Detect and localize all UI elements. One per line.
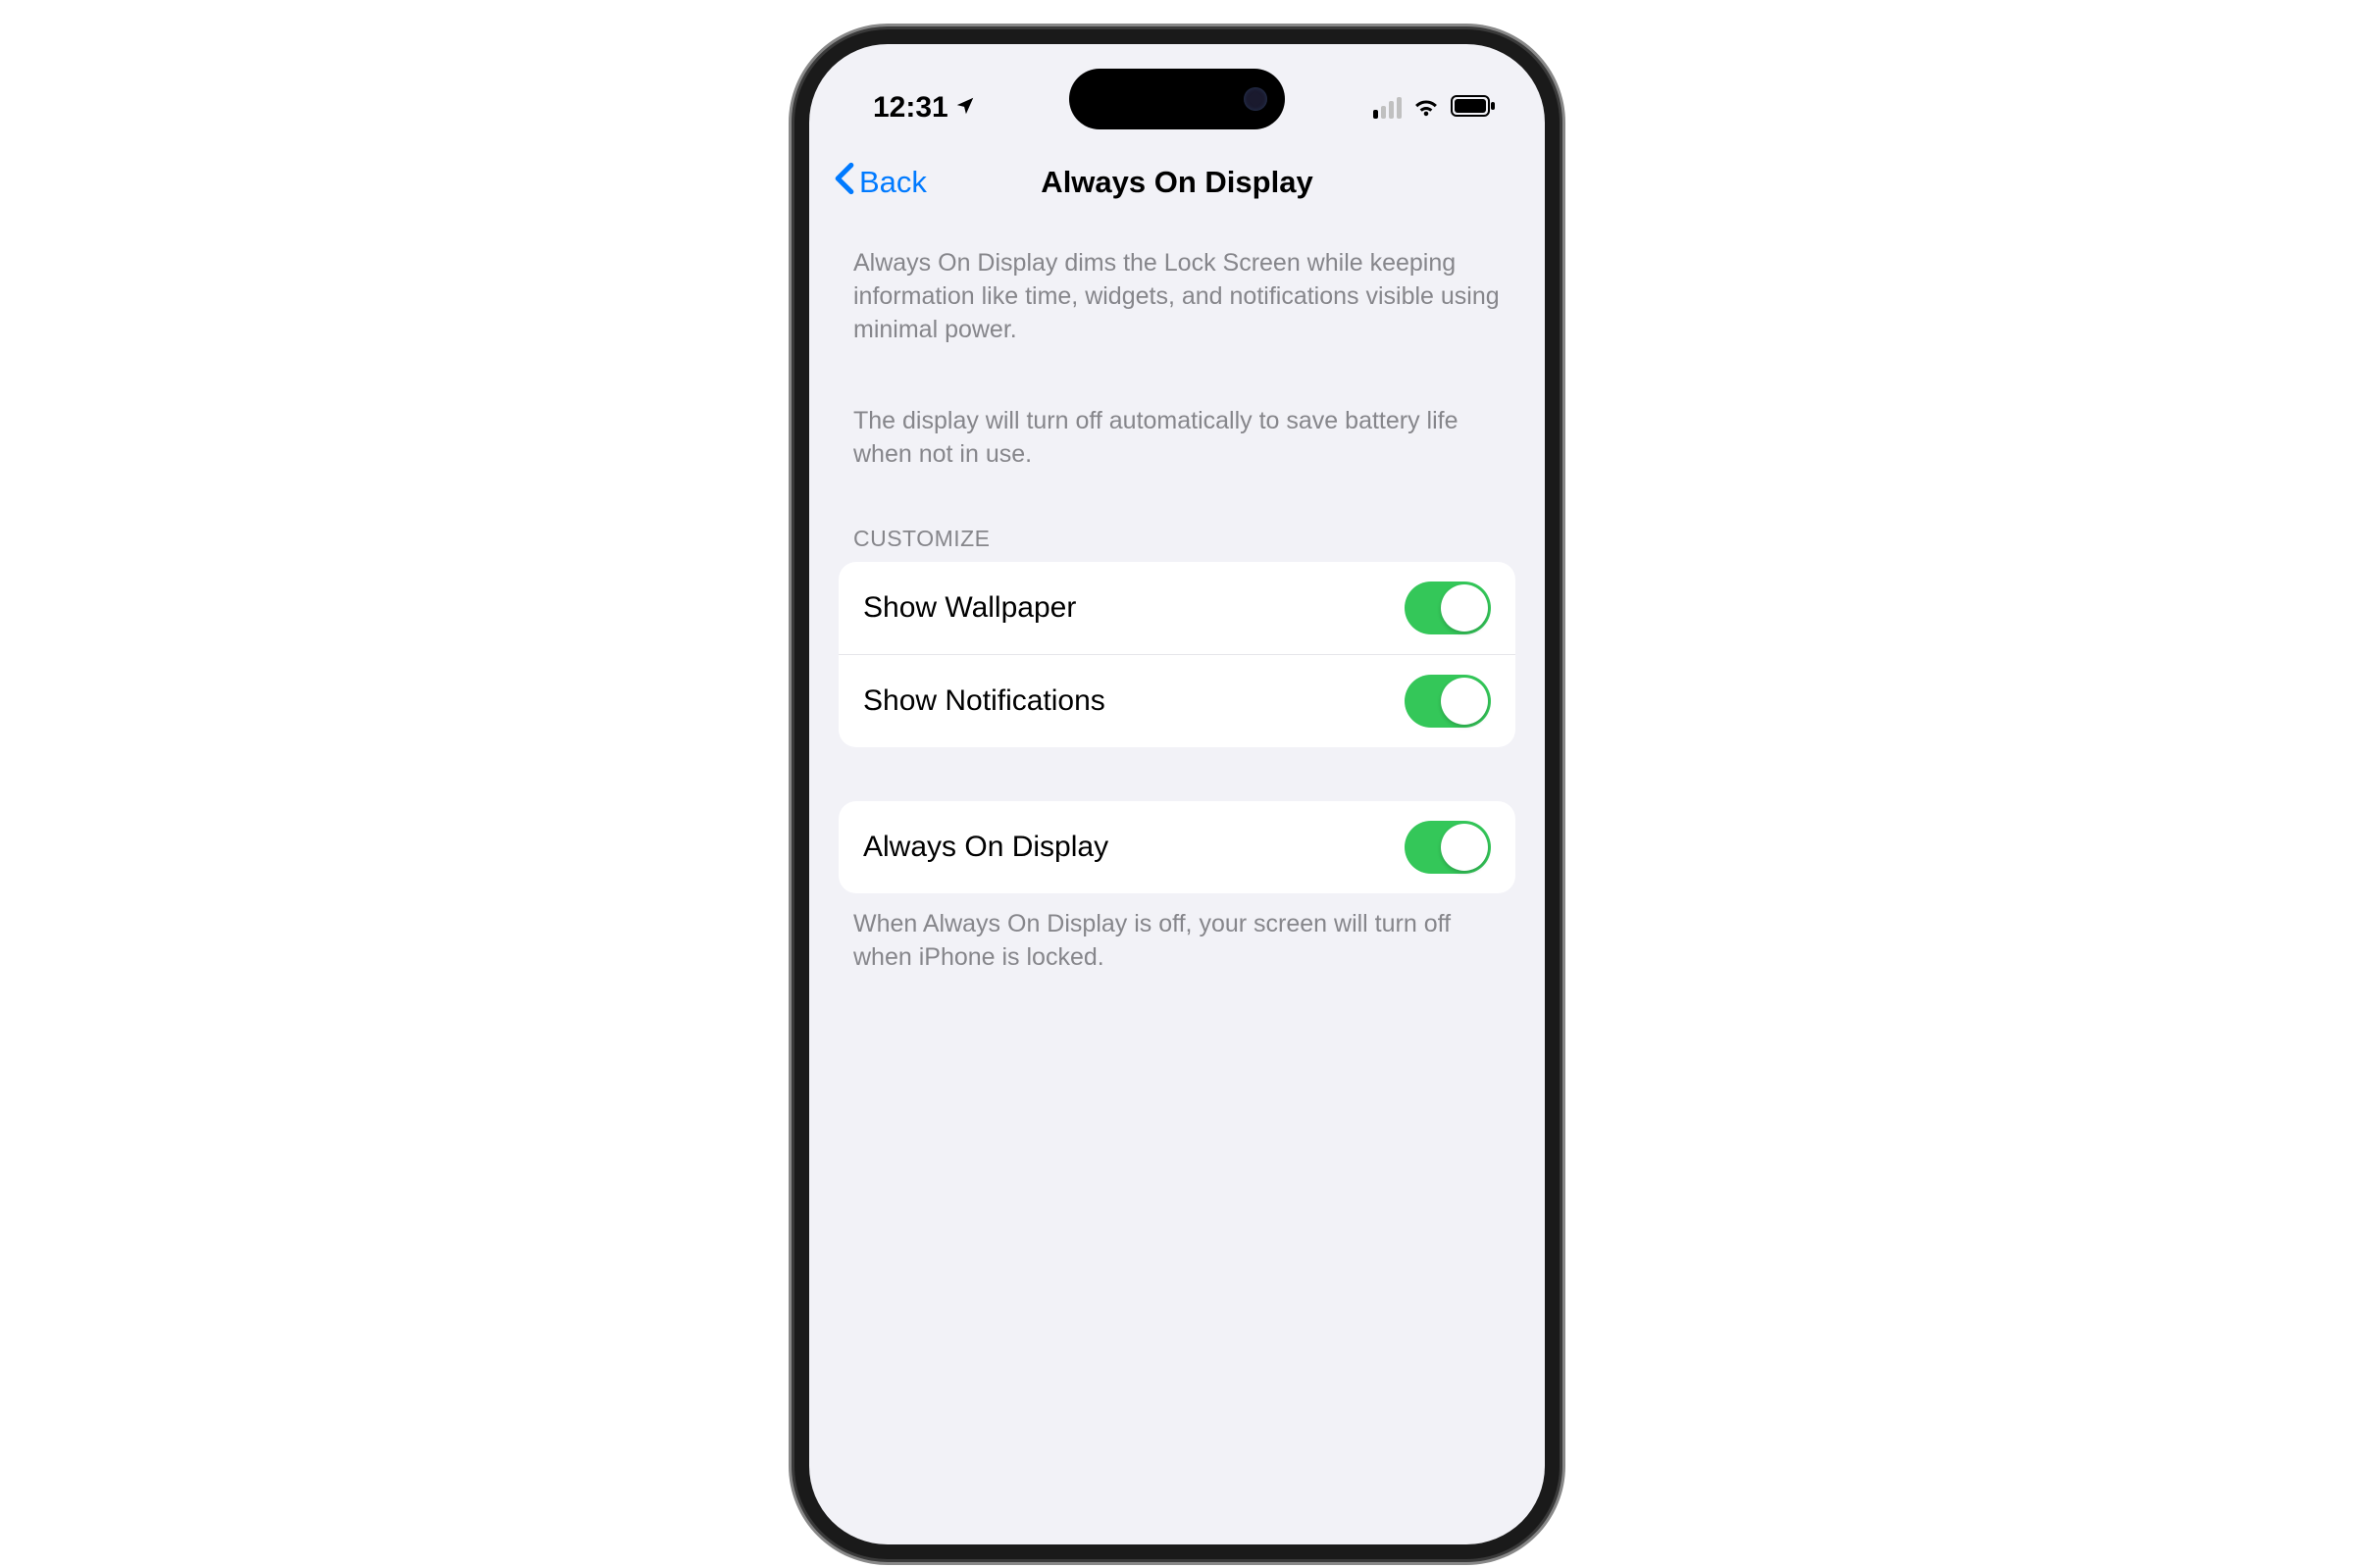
row-label: Show Notifications — [863, 684, 1105, 718]
settings-group-customize: Show Wallpaper Show Notifications — [839, 562, 1515, 747]
back-button[interactable]: Back — [834, 162, 927, 203]
footer-text: When Always On Display is off, your scre… — [839, 893, 1515, 975]
page-title: Always On Display — [1041, 165, 1312, 200]
section-header-customize: CUSTOMIZE — [839, 472, 1515, 562]
row-always-on-display: Always On Display — [839, 801, 1515, 893]
back-label: Back — [859, 165, 927, 200]
dynamic-island — [1069, 69, 1285, 129]
toggle-knob — [1441, 584, 1488, 632]
status-left: 12:31 — [873, 91, 976, 125]
battery-icon — [1451, 95, 1496, 122]
status-time: 12:31 — [873, 91, 948, 125]
cellular-signal-icon — [1373, 97, 1402, 119]
row-label: Always On Display — [863, 831, 1108, 864]
description-para-2: The display will turn off automatically … — [839, 376, 1515, 472]
row-label: Show Wallpaper — [863, 591, 1076, 625]
toggle-show-wallpaper[interactable] — [1405, 582, 1491, 634]
nav-bar: Back Always On Display — [809, 142, 1545, 218]
phone-frame: 12:31 — [794, 29, 1560, 1559]
content: Always On Display dims the Lock Screen w… — [809, 218, 1545, 974]
chevron-left-icon — [834, 162, 855, 203]
toggle-always-on-display[interactable] — [1405, 821, 1491, 874]
toggle-knob — [1441, 678, 1488, 725]
camera-dot — [1244, 87, 1267, 111]
settings-group-main: Always On Display — [839, 801, 1515, 893]
toggle-knob — [1441, 824, 1488, 871]
toggle-show-notifications[interactable] — [1405, 675, 1491, 728]
screen: 12:31 — [809, 44, 1545, 1544]
status-right — [1373, 94, 1496, 123]
row-show-wallpaper: Show Wallpaper — [839, 562, 1515, 655]
row-show-notifications: Show Notifications — [839, 655, 1515, 747]
description-para-1: Always On Display dims the Lock Screen w… — [839, 218, 1515, 346]
location-arrow-icon — [954, 91, 976, 125]
wifi-icon — [1411, 94, 1441, 123]
